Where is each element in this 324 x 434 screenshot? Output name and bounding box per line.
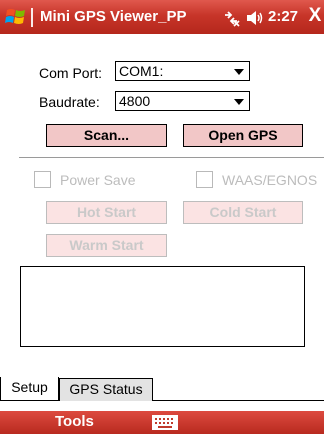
clock[interactable]: 2:27 bbox=[268, 8, 298, 25]
tab-gps-status[interactable]: GPS Status bbox=[59, 378, 153, 401]
com-port-value: COM1: bbox=[119, 63, 164, 79]
waas-egnos-checkbox[interactable] bbox=[196, 171, 213, 188]
app-title: Mini GPS Viewer_PP bbox=[40, 8, 187, 25]
open-gps-button[interactable]: Open GPS bbox=[183, 124, 303, 147]
scan-button[interactable]: Scan... bbox=[46, 124, 167, 147]
com-port-label: Com Port: bbox=[39, 65, 103, 81]
windows-flag-icon[interactable] bbox=[5, 6, 27, 28]
output-listbox[interactable] bbox=[20, 266, 305, 347]
close-button[interactable]: X bbox=[306, 5, 324, 27]
power-save-checkbox[interactable] bbox=[34, 171, 51, 188]
menu-bar: Tools bbox=[0, 411, 324, 434]
chevron-down-icon bbox=[234, 69, 244, 75]
connectivity-icon[interactable] bbox=[222, 9, 240, 27]
divider bbox=[19, 157, 324, 158]
power-save-label: Power Save bbox=[60, 172, 136, 188]
tools-menu[interactable]: Tools bbox=[55, 413, 94, 430]
warm-start-button[interactable]: Warm Start bbox=[46, 234, 167, 257]
baudrate-select[interactable]: 4800 bbox=[115, 91, 250, 111]
cold-start-button[interactable]: Cold Start bbox=[183, 201, 303, 224]
title-bar: Mini GPS Viewer_PP 2:27 X bbox=[0, 0, 324, 34]
title-separator bbox=[31, 8, 33, 27]
chevron-down-icon bbox=[234, 99, 244, 105]
tab-setup[interactable]: Setup bbox=[0, 377, 59, 401]
com-port-select[interactable]: COM1: bbox=[115, 61, 250, 81]
hot-start-button[interactable]: Hot Start bbox=[46, 201, 167, 224]
keyboard-icon[interactable] bbox=[152, 415, 178, 430]
baudrate-label: Baudrate: bbox=[39, 94, 100, 110]
waas-egnos-label: WAAS/EGNOS bbox=[222, 172, 318, 188]
baudrate-value: 4800 bbox=[119, 93, 151, 109]
speaker-icon[interactable] bbox=[246, 10, 264, 26]
